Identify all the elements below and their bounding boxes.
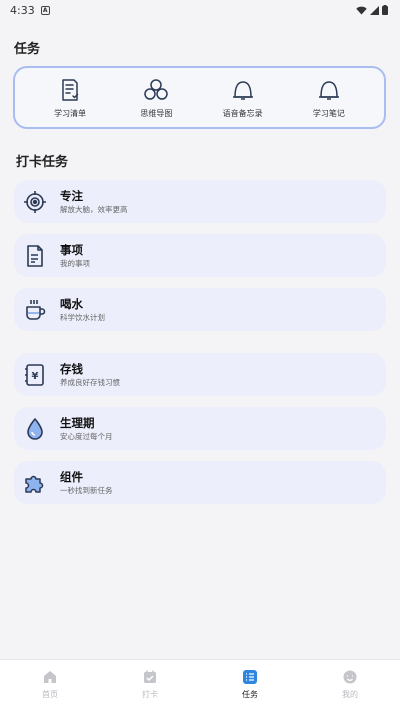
task-item-drink-water[interactable]: 喝水 科学饮水计划 — [14, 288, 386, 331]
task-item-widgets[interactable]: 组件 一秒找到新任务 — [14, 461, 386, 504]
task-name: 喝水 — [60, 296, 83, 311]
svg-text:¥: ¥ — [32, 371, 39, 382]
task-desc: 养成良好存钱习惯 — [60, 377, 120, 387]
quick-action-voice-memo[interactable]: 语音备忘录 — [207, 77, 279, 119]
section-title-checkin: 打卡任务 — [16, 155, 69, 170]
home-icon — [44, 671, 56, 683]
water-drop-icon — [27, 417, 43, 440]
quick-action-label: 语音备忘录 — [222, 108, 263, 118]
calendar-check-icon — [144, 670, 156, 683]
checklist-book-icon — [62, 78, 79, 101]
tab-label: 任务 — [242, 690, 258, 699]
profile-icon — [343, 670, 357, 684]
task-desc: 一秒找到新任务 — [60, 485, 113, 495]
hot-cup-icon — [26, 299, 46, 320]
task-name: 存钱 — [60, 361, 83, 376]
quick-action-label: 学习清单 — [54, 108, 87, 118]
document-icon — [27, 244, 43, 267]
task-name: 事项 — [60, 242, 83, 257]
task-list-icon — [243, 670, 257, 684]
tab-checkin[interactable]: 打卡 — [100, 660, 200, 711]
quick-action-study-notes[interactable]: 学习笔记 — [293, 77, 365, 119]
task-item-todo[interactable]: 事项 我的事项 — [14, 234, 386, 277]
tab-label: 打卡 — [142, 690, 158, 699]
task-name: 组件 — [60, 469, 83, 484]
quick-action-label: 思维导图 — [140, 108, 173, 118]
voice-bell-icon — [232, 80, 253, 100]
wifi-icon — [356, 6, 367, 15]
task-desc: 解放大脑，效率更高 — [60, 204, 128, 214]
tab-label: 首页 — [42, 690, 58, 699]
section-title-tasks: 任务 — [14, 42, 41, 57]
quick-action-study-list[interactable]: 学习清单 — [34, 77, 106, 119]
tab-tasks[interactable]: 任务 — [200, 660, 300, 711]
quick-action-mind-map[interactable]: 思维导图 — [120, 77, 192, 119]
tab-label: 我的 — [342, 690, 358, 699]
puzzle-icon — [25, 475, 44, 493]
notification-a-icon: A — [40, 5, 50, 15]
tab-home[interactable]: 首页 — [0, 660, 100, 711]
task-item-save-money[interactable]: ¥ 存钱 养成良好存钱习惯 — [14, 353, 386, 396]
task-desc: 科学饮水计划 — [60, 312, 105, 322]
status-time: 4:33 — [10, 3, 35, 17]
signal-icon — [370, 5, 379, 15]
task-desc: 安心度过每个月 — [60, 431, 113, 441]
quick-action-label: 学习笔记 — [312, 108, 345, 118]
quick-actions-card: 学习清单 思维导图 语音备忘录 学习笔记 — [13, 66, 386, 129]
task-name: 专注 — [60, 188, 83, 203]
task-item-period[interactable]: 生理期 安心度过每个月 — [14, 407, 386, 450]
task-list: 专注 解放大脑，效率更高 事项 我的事项 喝水 科学饮水计划 ¥ 存钱 养成良好… — [14, 180, 386, 515]
battery-icon — [382, 5, 388, 15]
mind-map-icon — [144, 78, 169, 100]
bottom-tab-bar: 首页 打卡 任务 我的 — [0, 659, 400, 711]
note-bell-icon — [318, 80, 339, 100]
task-name: 生理期 — [60, 415, 95, 430]
task-desc: 我的事项 — [60, 258, 90, 268]
target-icon — [24, 190, 46, 213]
money-book-icon: ¥ — [25, 363, 44, 386]
tab-profile[interactable]: 我的 — [300, 660, 400, 711]
status-bar: 4:33 A — [0, 0, 400, 20]
task-item-focus[interactable]: 专注 解放大脑，效率更高 — [14, 180, 386, 223]
